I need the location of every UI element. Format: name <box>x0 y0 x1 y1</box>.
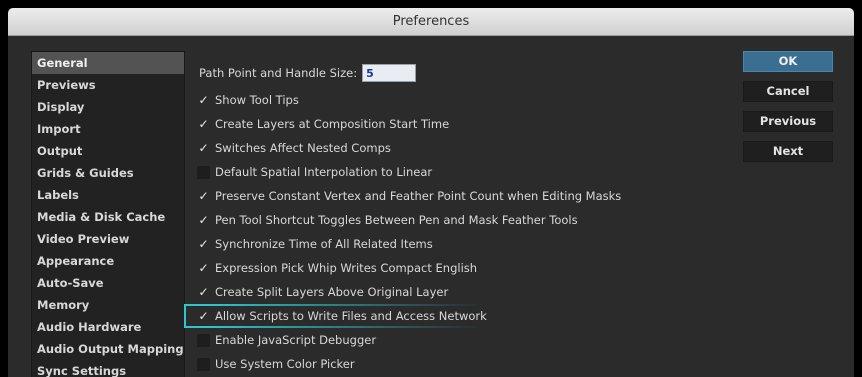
sidebar-item-previews[interactable]: Previews <box>32 74 184 96</box>
checkbox[interactable]: ✓ <box>197 93 210 107</box>
sidebar-item-import[interactable]: Import <box>32 118 184 140</box>
sidebar-item-auto-save[interactable]: Auto-Save <box>32 272 184 294</box>
cancel-button[interactable]: Cancel <box>743 81 833 102</box>
sidebar-item-audio-output-mapping[interactable]: Audio Output Mapping <box>32 338 184 360</box>
ok-button[interactable]: OK <box>743 51 833 72</box>
sidebar-item-audio-hardware[interactable]: Audio Hardware <box>32 316 184 338</box>
option-label: Switches Affect Nested Comps <box>215 141 391 155</box>
option-label: Enable JavaScript Debugger <box>215 333 377 347</box>
option-label: Synchronize Time of All Related Items <box>215 237 433 251</box>
sidebar-item-memory[interactable]: Memory <box>32 294 184 316</box>
path-point-size-row: Path Point and Handle Size: <box>199 63 417 83</box>
option-label: Expression Pick Whip Writes Compact Engl… <box>215 261 478 275</box>
checkbox[interactable]: ✓ <box>197 141 210 155</box>
general-options-list: ✓ Show Tool Tips ✓ Create Layers at Comp… <box>194 88 734 376</box>
sidebar-item-sync-settings[interactable]: Sync Settings <box>32 360 184 377</box>
option-label: Pen Tool Shortcut Toggles Between Pen an… <box>215 213 578 227</box>
checkbox[interactable]: ✓ <box>197 285 210 299</box>
checkbox[interactable]: ✓ <box>197 117 210 131</box>
option-allow-scripts-network[interactable]: ✓ Allow Scripts to Write Files and Acces… <box>194 304 734 328</box>
checkbox[interactable] <box>197 165 210 179</box>
option-preserve-vertex-feather-count[interactable]: ✓ Preserve Constant Vertex and Feather P… <box>194 184 734 208</box>
checkbox[interactable]: ✓ <box>197 261 210 275</box>
next-button[interactable]: Next <box>743 141 833 162</box>
option-create-split-layers-above[interactable]: ✓ Create Split Layers Above Original Lay… <box>194 280 734 304</box>
preferences-window: Preferences General Previews Display Imp… <box>8 8 854 377</box>
checkbox[interactable] <box>197 357 210 371</box>
option-label: Preserve Constant Vertex and Feather Poi… <box>215 189 622 203</box>
sidebar-item-labels[interactable]: Labels <box>32 184 184 206</box>
option-label: Allow Scripts to Write Files and Access … <box>215 309 487 323</box>
option-label: Default Spatial Interpolation to Linear <box>215 165 433 179</box>
option-switches-affect-nested-comps[interactable]: ✓ Switches Affect Nested Comps <box>194 136 734 160</box>
checkbox[interactable]: ✓ <box>197 237 210 251</box>
option-label: Create Layers at Composition Start Time <box>215 117 450 131</box>
previous-button[interactable]: Previous <box>743 111 833 132</box>
checkbox[interactable]: ✓ <box>197 213 210 227</box>
sidebar-item-video-preview[interactable]: Video Preview <box>32 228 184 250</box>
checkbox[interactable] <box>197 333 210 347</box>
window-title: Preferences <box>8 8 854 36</box>
path-point-size-label: Path Point and Handle Size: <box>199 66 358 80</box>
option-label: Create Split Layers Above Original Layer <box>215 285 449 299</box>
option-use-system-color-picker[interactable]: Use System Color Picker <box>194 352 734 376</box>
option-label: Use System Color Picker <box>215 357 355 371</box>
option-expression-pick-whip[interactable]: ✓ Expression Pick Whip Writes Compact En… <box>194 256 734 280</box>
option-synchronize-time[interactable]: ✓ Synchronize Time of All Related Items <box>194 232 734 256</box>
option-create-layers-at-start-time[interactable]: ✓ Create Layers at Composition Start Tim… <box>194 112 734 136</box>
preferences-category-list: General Previews Display Import Output G… <box>31 51 185 377</box>
checkbox[interactable]: ✓ <box>197 309 210 323</box>
sidebar-item-appearance[interactable]: Appearance <box>32 250 184 272</box>
option-default-spatial-interpolation-linear[interactable]: Default Spatial Interpolation to Linear <box>194 160 734 184</box>
option-label: Show Tool Tips <box>215 93 299 107</box>
checkbox[interactable]: ✓ <box>197 189 210 203</box>
path-point-size-input[interactable] <box>362 64 417 82</box>
sidebar-item-display[interactable]: Display <box>32 96 184 118</box>
sidebar-item-output[interactable]: Output <box>32 140 184 162</box>
sidebar-item-general[interactable]: General <box>32 52 184 74</box>
option-show-tool-tips[interactable]: ✓ Show Tool Tips <box>194 88 734 112</box>
sidebar-item-grids-guides[interactable]: Grids & Guides <box>32 162 184 184</box>
option-pen-tool-shortcut-toggles[interactable]: ✓ Pen Tool Shortcut Toggles Between Pen … <box>194 208 734 232</box>
sidebar-item-media-disk-cache[interactable]: Media & Disk Cache <box>32 206 184 228</box>
option-enable-javascript-debugger[interactable]: Enable JavaScript Debugger <box>194 328 734 352</box>
